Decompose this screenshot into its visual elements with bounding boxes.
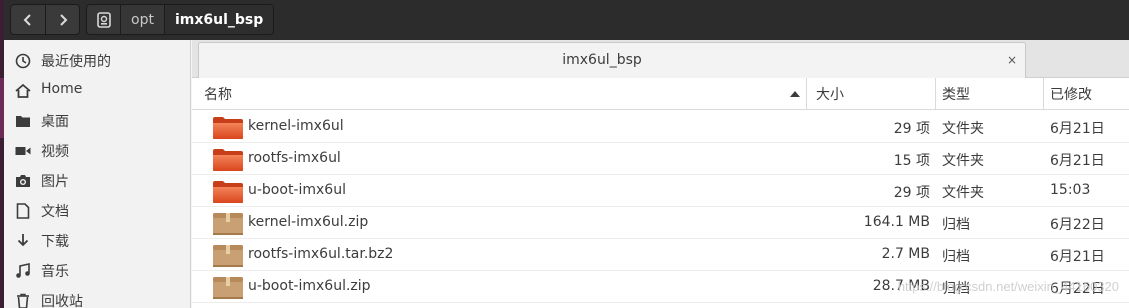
file-row[interactable]: rootfs-imx6ul 15 项 文件夹 6月21日 — [192, 143, 1129, 175]
tab-imx6ul-bsp[interactable]: imx6ul_bsp × — [198, 42, 1026, 78]
sidebar-item-label: 桌面 — [41, 114, 69, 130]
file-type: 归档 — [942, 217, 970, 233]
folder-icon — [213, 117, 243, 139]
column-separator[interactable] — [806, 78, 807, 110]
file-name: rootfs-imx6ul.tar.bz2 — [248, 246, 394, 262]
column-name[interactable]: 名称 — [204, 78, 232, 110]
file-size: 29 项 — [893, 121, 930, 137]
path-root-button[interactable] — [87, 5, 120, 34]
file-row[interactable]: u-boot-imx6ul 29 项 文件夹 15:03 — [192, 175, 1129, 207]
sidebar-item-label: 最近使用的 — [41, 54, 111, 70]
archive-icon — [213, 213, 243, 235]
file-modified: 6月21日 — [1050, 153, 1105, 169]
drive-icon — [96, 11, 111, 28]
sidebar-item-label: 音乐 — [41, 264, 69, 280]
file-size: 2.7 MB — [881, 246, 930, 262]
file-view: imx6ul_bsp × 名称 大小 类型 已修改 kernel-imx6ul … — [192, 40, 1129, 308]
sidebar-item-desktop[interactable]: 桌面 — [4, 105, 191, 135]
video-icon — [14, 142, 31, 159]
download-icon — [14, 232, 31, 249]
header-bar: opt imx6ul_bsp — [0, 0, 1129, 40]
document-icon — [14, 202, 31, 219]
camera-icon — [14, 172, 31, 189]
sidebar-item-pictures[interactable]: 图片 — [4, 165, 191, 195]
sidebar-item-label: Home — [41, 81, 83, 97]
forward-button[interactable] — [45, 5, 79, 34]
chevron-right-icon — [59, 13, 67, 26]
sidebar-item-documents[interactable]: 文档 — [4, 195, 191, 225]
file-name: kernel-imx6ul.zip — [248, 214, 369, 230]
file-type: 文件夹 — [942, 121, 984, 137]
sidebar-item-trash[interactable]: 回收站 — [4, 285, 191, 308]
sidebar-item-label: 文档 — [41, 204, 69, 220]
file-size: 29 项 — [893, 185, 930, 201]
file-row[interactable]: rootfs-imx6ul.tar.bz2 2.7 MB 归档 6月21日 — [192, 239, 1129, 271]
back-button[interactable] — [11, 5, 45, 34]
column-type[interactable]: 类型 — [942, 78, 970, 110]
close-tab-button[interactable]: × — [1005, 53, 1019, 67]
archive-icon — [213, 277, 243, 299]
sidebar-item-home[interactable]: Home — [4, 75, 191, 105]
sidebar-item-videos[interactable]: 视频 — [4, 135, 191, 165]
column-separator[interactable] — [1043, 78, 1044, 110]
folder-icon — [213, 181, 243, 203]
sidebar-item-label: 下载 — [41, 234, 69, 250]
file-list: kernel-imx6ul 29 项 文件夹 6月21日 rootfs-imx6… — [192, 111, 1129, 303]
file-name: rootfs-imx6ul — [248, 150, 341, 166]
file-modified: 15:03 — [1050, 182, 1091, 198]
file-modified: 6月22日 — [1050, 217, 1105, 233]
archive-icon — [213, 245, 243, 267]
file-row[interactable]: kernel-imx6ul.zip 164.1 MB 归档 6月22日 — [192, 207, 1129, 239]
sidebar-item-downloads[interactable]: 下载 — [4, 225, 191, 255]
file-modified: 6月21日 — [1050, 121, 1105, 137]
sidebar-item-music[interactable]: 音乐 — [4, 255, 191, 285]
folder-icon — [14, 112, 31, 129]
sidebar: 最近使用的 Home 桌面 视频 图片 文档 下载 音乐 回收站 — [4, 40, 191, 308]
clock-icon — [14, 52, 31, 69]
window-edge — [0, 0, 4, 40]
tab-bar: imx6ul_bsp × — [192, 40, 1129, 78]
watermark: https://blog.csdn.net/weixin_44160320 — [897, 279, 1119, 294]
sort-ascending-icon — [790, 91, 800, 97]
path-bar: opt imx6ul_bsp — [86, 4, 275, 35]
sidebar-item-label: 图片 — [41, 174, 69, 190]
music-icon — [14, 262, 31, 279]
column-header: 名称 大小 类型 已修改 — [192, 78, 1129, 110]
path-segment-opt[interactable]: opt — [120, 5, 164, 34]
file-size: 164.1 MB — [863, 214, 930, 230]
file-name: u-boot-imx6ul.zip — [248, 278, 371, 294]
sidebar-item-label: 回收站 — [41, 294, 83, 308]
chevron-left-icon — [23, 13, 31, 26]
sidebar-item-recent[interactable]: 最近使用的 — [4, 45, 191, 75]
file-name: kernel-imx6ul — [248, 118, 344, 134]
file-name: u-boot-imx6ul — [248, 182, 346, 198]
file-size: 15 项 — [893, 153, 930, 169]
file-type: 文件夹 — [942, 185, 984, 201]
navigation-buttons — [10, 4, 80, 35]
file-modified: 6月21日 — [1050, 249, 1105, 265]
column-separator[interactable] — [935, 78, 936, 110]
file-row[interactable]: kernel-imx6ul 29 项 文件夹 6月21日 — [192, 111, 1129, 143]
column-size[interactable]: 大小 — [816, 78, 844, 110]
folder-icon — [213, 149, 243, 171]
file-type: 归档 — [942, 249, 970, 265]
home-icon — [14, 82, 31, 99]
column-modified[interactable]: 已修改 — [1050, 78, 1092, 110]
sidebar-item-label: 视频 — [41, 144, 69, 160]
path-segment-current[interactable]: imx6ul_bsp — [163, 5, 274, 34]
file-type: 文件夹 — [942, 153, 984, 169]
tab-title: imx6ul_bsp — [562, 52, 642, 68]
trash-icon — [14, 292, 31, 308]
